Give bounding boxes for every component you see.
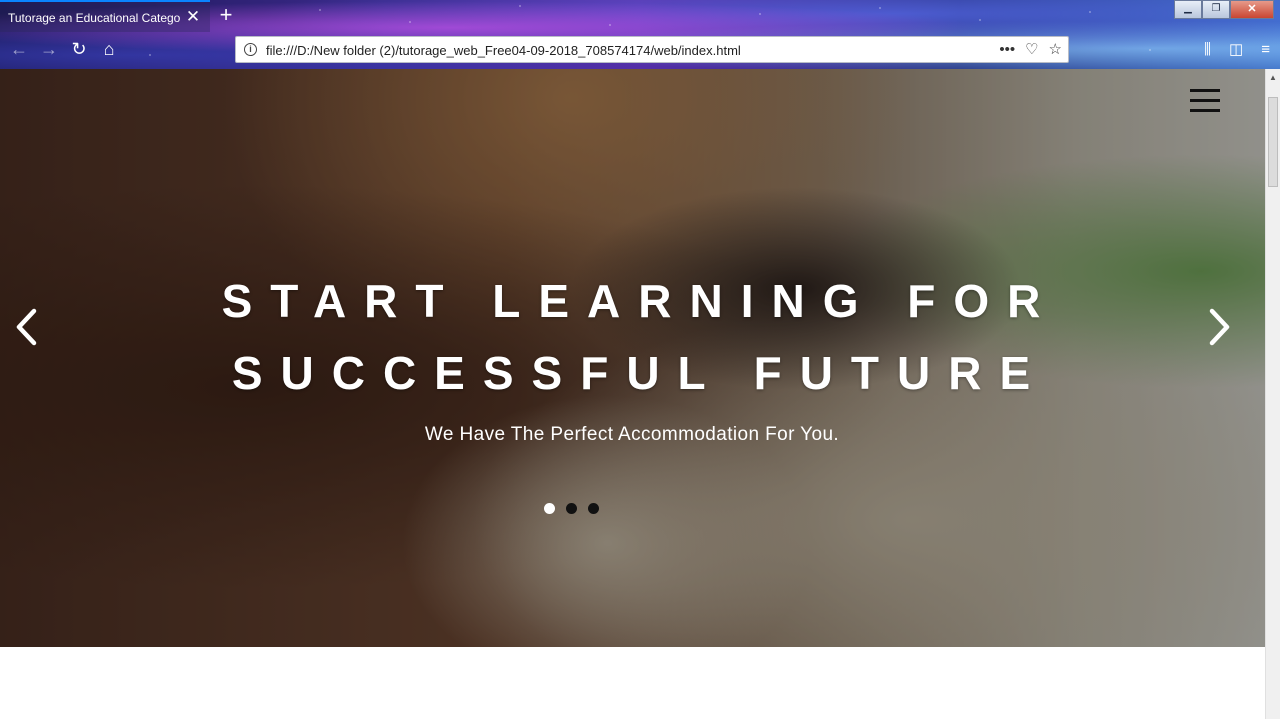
page-actions-icon[interactable]: ••• — [999, 41, 1015, 58]
close-tab-icon[interactable]: ✕ — [183, 7, 203, 27]
slider-dot[interactable] — [544, 503, 555, 514]
hamburger-menu-icon[interactable] — [1190, 89, 1220, 113]
slider-dot[interactable] — [566, 503, 577, 514]
slider-dots — [544, 503, 599, 514]
hero-slider: START LEARNING FOR SUCCESSFUL FUTURE We … — [0, 69, 1265, 647]
slider-dot[interactable] — [588, 503, 599, 514]
window-controls: ▁ ❐ ✕ — [1174, 0, 1274, 19]
sidebar-icon[interactable]: ◫ — [1229, 40, 1243, 58]
browser-menu-icon[interactable]: ≡ — [1261, 41, 1270, 58]
hero-title-line-2: SUCCESSFUL FUTURE — [231, 347, 1049, 399]
tab-title: Tutorage an Educational Category — [8, 11, 180, 25]
reload-button[interactable]: ↻ — [68, 38, 90, 60]
maximize-button[interactable]: ❐ — [1202, 0, 1230, 19]
library-icon[interactable]: ⫼ — [1204, 41, 1211, 58]
scroll-thumb[interactable] — [1268, 97, 1278, 187]
close-window-button[interactable]: ✕ — [1230, 0, 1274, 19]
chevron-left-icon[interactable] — [12, 307, 42, 347]
home-button[interactable]: ⌂ — [98, 38, 120, 60]
browser-toolbar: Tutorage an Educational Category ✕ + ▁ ❐… — [0, 0, 1280, 69]
hero-title-line-1: START LEARNING FOR — [221, 275, 1059, 327]
hero-title: START LEARNING FOR SUCCESSFUL FUTURE — [140, 265, 1140, 409]
bookmark-star-icon[interactable]: ☆ — [1049, 40, 1062, 58]
pocket-icon[interactable]: ♡ — [1025, 40, 1038, 58]
page-info-icon[interactable]: i — [244, 43, 257, 56]
forward-button[interactable]: → — [38, 38, 60, 60]
minimize-button[interactable]: ▁ — [1174, 0, 1202, 19]
back-button[interactable]: ← — [8, 38, 30, 60]
new-tab-button[interactable]: + — [215, 4, 237, 26]
page-scrollbar[interactable]: ▲ — [1265, 69, 1280, 719]
url-bar[interactable]: i file:///D:/New folder (2)/tutorage_web… — [235, 36, 1069, 63]
toolbar-right: ⫼ ◫ ≡ — [1204, 40, 1270, 59]
browser-tab[interactable]: Tutorage an Educational Category ✕ — [0, 0, 210, 32]
chevron-right-icon[interactable] — [1204, 307, 1234, 347]
url-actions: ••• ♡ ☆ — [999, 40, 1062, 59]
hero-subtitle: We Have The Perfect Accommodation For Yo… — [424, 424, 840, 445]
scroll-up-arrow-icon[interactable]: ▲ — [1266, 69, 1280, 86]
url-text[interactable]: file:///D:/New folder (2)/tutorage_web_F… — [266, 43, 741, 58]
